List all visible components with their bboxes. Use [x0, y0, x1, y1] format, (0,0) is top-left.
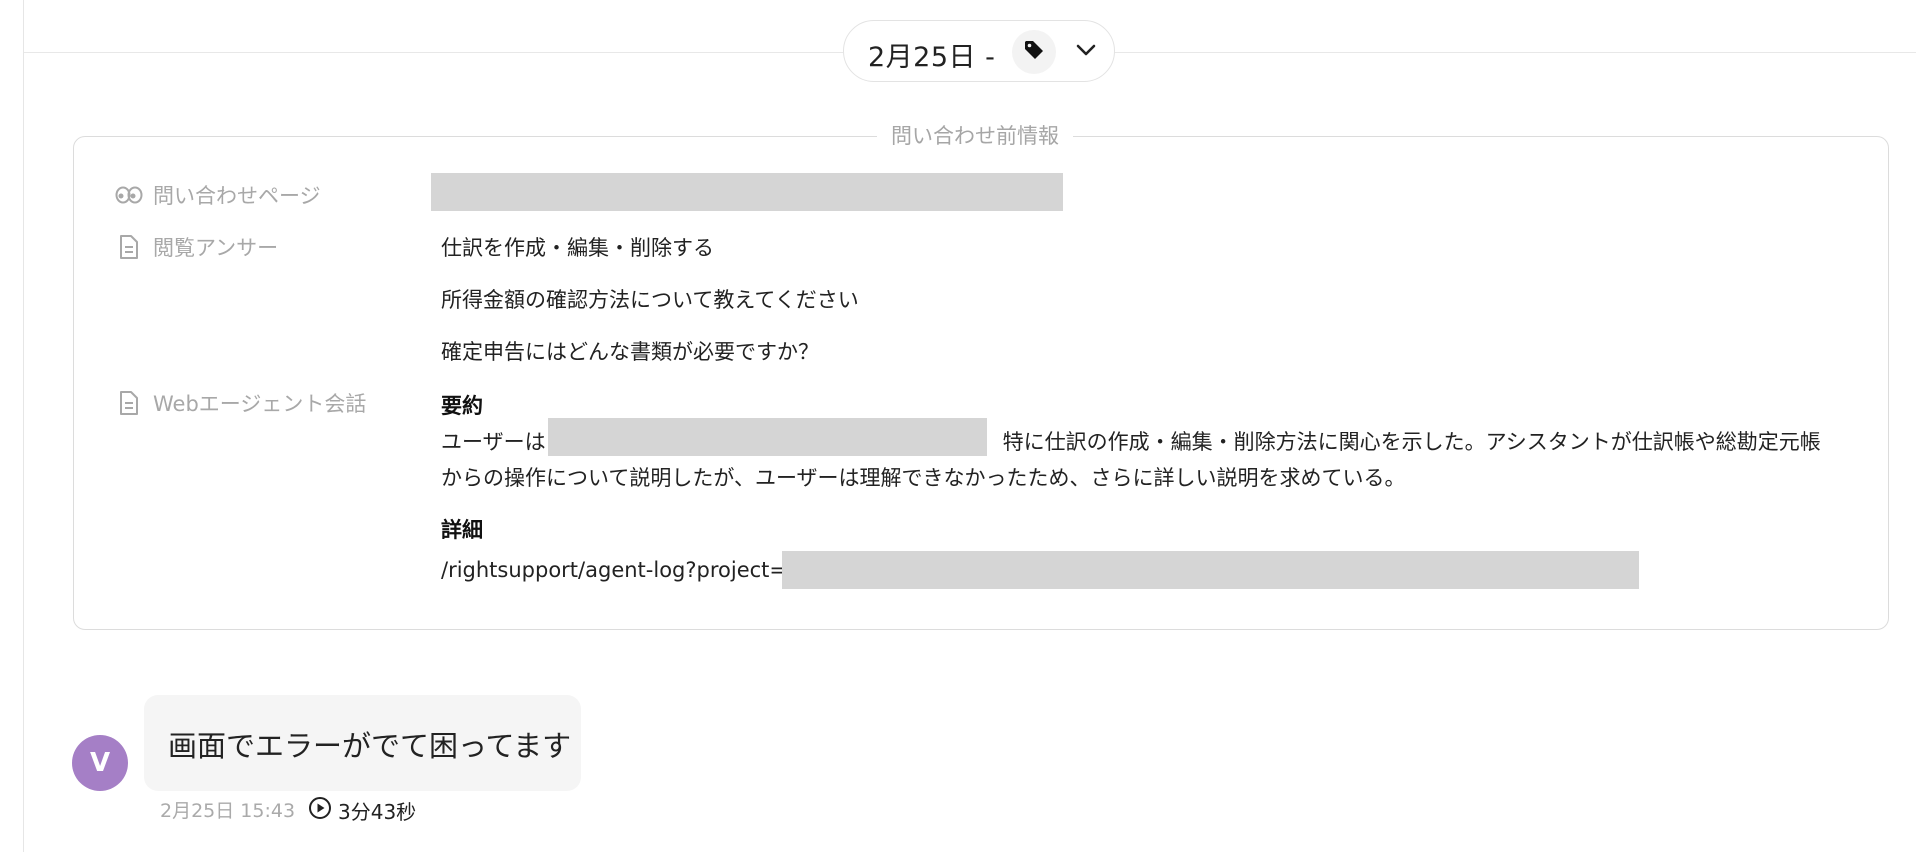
viewed-answers-label: 閲覧アンサー — [153, 236, 279, 260]
summary-heading: 要約 — [441, 394, 483, 418]
document-icon — [115, 389, 143, 417]
chevron-down-icon — [1073, 37, 1099, 67]
date-dropdown-button[interactable] — [1064, 30, 1108, 74]
redacted-project-id — [782, 551, 1639, 589]
viewed-answer-link[interactable]: 仕訳を作成・編集・削除する — [441, 232, 714, 262]
redacted-summary-text — [548, 418, 987, 456]
viewed-answer-link[interactable]: 確定申告にはどんな書類が必要ですか？ — [441, 336, 819, 366]
left-divider — [23, 0, 24, 852]
date-label: 2月25日 - — [868, 42, 996, 73]
details-link[interactable]: /rightsupport/agent-log?project= — [441, 558, 787, 582]
viewed-answer-link[interactable]: 所得金額の確認方法について教えてください — [441, 284, 859, 314]
panel-legend: 問い合わせ前情報 — [877, 122, 1073, 150]
inquiry-page-row-label: 問い合わせページ — [115, 180, 321, 210]
message-bubble: 画面でエラーがでて困ってます — [144, 695, 581, 791]
eyes-icon — [115, 181, 143, 209]
details-heading: 詳細 — [441, 518, 483, 542]
date-filter-pill[interactable]: 2月25日 - — [843, 20, 1115, 82]
avatar-initial: V — [89, 748, 111, 778]
web-agent-row-label: Webエージェント会話 — [115, 388, 366, 418]
redacted-inquiry-page-url — [431, 173, 1063, 211]
tag-button[interactable] — [1012, 30, 1056, 74]
avatar[interactable]: V — [72, 735, 128, 791]
message-timestamp: 2月25日 15:43 — [160, 800, 296, 822]
message-text: 画面でエラーがでて困ってます — [168, 729, 572, 763]
duration-label: 3分43秒 — [338, 800, 417, 824]
play-circle-icon — [308, 796, 332, 825]
viewed-answers-row-label: 閲覧アンサー — [115, 232, 278, 262]
tag-icon — [1022, 38, 1046, 66]
inquiry-page-label: 問い合わせページ — [153, 184, 321, 208]
web-agent-label: Webエージェント会話 — [153, 392, 367, 416]
summary-prefix: ユーザーは — [441, 430, 546, 454]
duration-play-button[interactable]: 3分43秒 — [308, 796, 416, 825]
document-icon — [115, 233, 143, 261]
